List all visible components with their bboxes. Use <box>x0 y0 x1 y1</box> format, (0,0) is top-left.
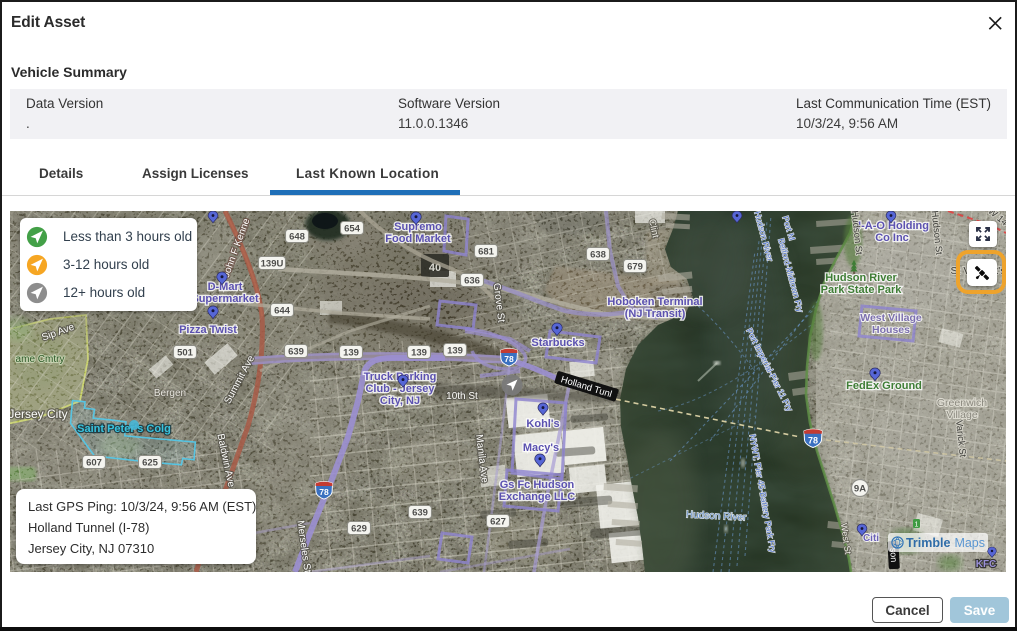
svg-text:FedEx Ground: FedEx Ground <box>846 380 922 392</box>
svg-text:639: 639 <box>412 507 428 518</box>
svg-text:Greenwich: Greenwich <box>937 397 987 409</box>
svg-text:1: 1 <box>915 522 919 529</box>
svg-text:Supremo: Supremo <box>394 221 442 233</box>
svg-text:625: 625 <box>142 457 159 468</box>
svg-text:D-Mart: D-Mart <box>208 281 243 293</box>
svg-text:10th St: 10th St <box>446 391 478 402</box>
svg-text:78: 78 <box>319 487 329 497</box>
svg-text:644: 644 <box>274 305 291 316</box>
svg-text:City, NJ: City, NJ <box>380 395 420 407</box>
svg-text:ame Cmtry: ame Cmtry <box>16 354 65 365</box>
svg-text:679: 679 <box>627 261 643 272</box>
svg-text:139: 139 <box>447 345 463 356</box>
svg-text:Supermarket: Supermarket <box>191 293 259 305</box>
svg-text:Club - Jersey: Club - Jersey <box>365 383 435 395</box>
svg-text:629: 629 <box>351 523 367 534</box>
svg-text:Park State Park: Park State Park <box>821 284 903 296</box>
svg-text:638: 638 <box>590 249 606 260</box>
svg-text:Hudson River: Hudson River <box>825 272 897 284</box>
svg-text:9A: 9A <box>854 484 866 495</box>
svg-text:501: 501 <box>177 347 194 358</box>
svg-text:Kohl's: Kohl's <box>526 418 559 430</box>
svg-text:627: 627 <box>490 516 506 527</box>
svg-text:Pizza Twist: Pizza Twist <box>179 324 237 336</box>
svg-text:KFC: KFC <box>976 559 997 570</box>
svg-text:Jersey City: Jersey City <box>10 407 68 421</box>
svg-text:Starbucks: Starbucks <box>531 337 584 349</box>
svg-text:Food Market: Food Market <box>385 233 451 245</box>
svg-text:Co Inc: Co Inc <box>875 232 909 244</box>
svg-text:648: 648 <box>289 231 305 242</box>
svg-text:139: 139 <box>411 347 427 358</box>
svg-text:Houses: Houses <box>872 324 910 336</box>
svg-text:654: 654 <box>344 223 361 234</box>
svg-text:Bergen: Bergen <box>154 388 186 399</box>
svg-text:Macy's: Macy's <box>523 442 559 454</box>
svg-text:639: 639 <box>288 346 304 357</box>
svg-text:139: 139 <box>343 347 359 358</box>
svg-text:(NJ Transit): (NJ Transit) <box>625 308 686 320</box>
svg-text:681: 681 <box>478 246 495 257</box>
svg-text:139U: 139U <box>261 258 284 269</box>
svg-text:78: 78 <box>504 354 514 364</box>
svg-text:607: 607 <box>86 457 102 468</box>
svg-text:Exchange LLC: Exchange LLC <box>499 491 575 503</box>
svg-text:Village: Village <box>946 409 977 421</box>
svg-text:Gs Fc Hudson: Gs Fc Hudson <box>500 479 575 491</box>
svg-text:78: 78 <box>808 436 818 446</box>
svg-text:West Village: West Village <box>860 312 922 324</box>
svg-text:Citi: Citi <box>863 533 879 544</box>
svg-text:Saint Peter's Colg: Saint Peter's Colg <box>77 423 171 435</box>
svg-text:636: 636 <box>464 275 480 286</box>
svg-text:Hoboken Terminal: Hoboken Terminal <box>607 296 702 308</box>
